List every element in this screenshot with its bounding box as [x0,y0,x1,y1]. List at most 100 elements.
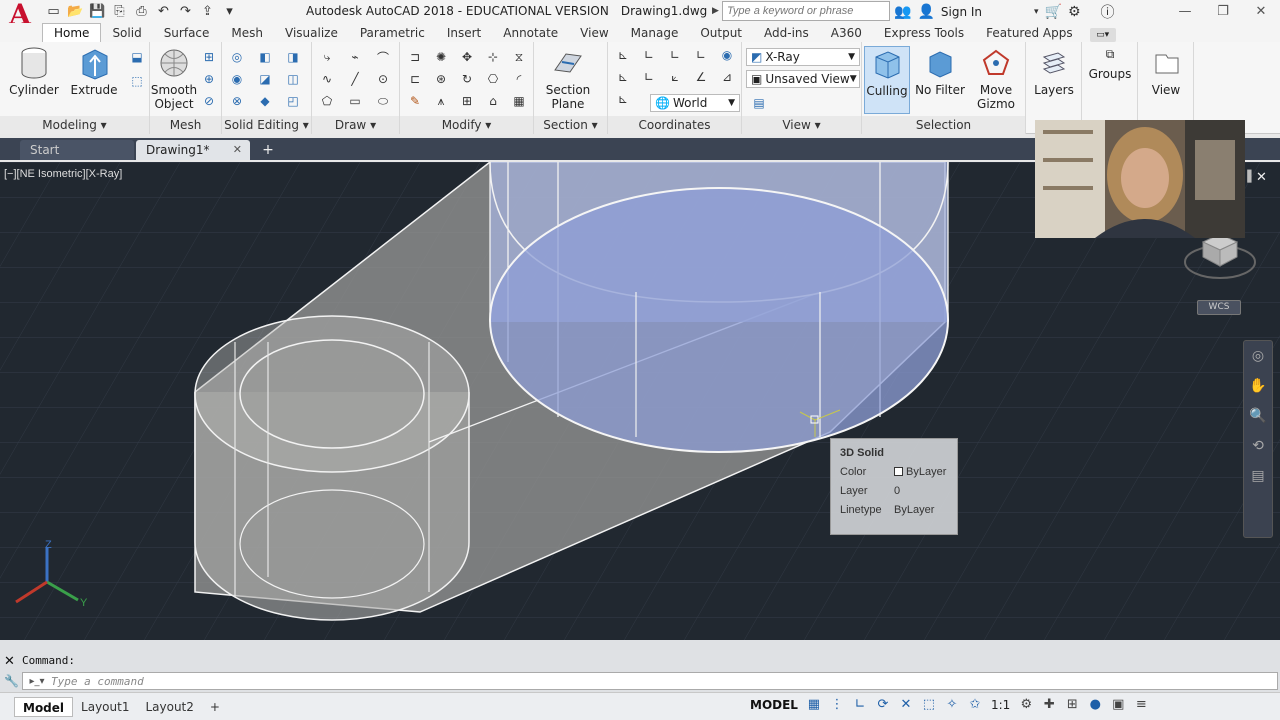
restore-icon[interactable]: ❐ [1204,0,1242,22]
section-panel-title[interactable]: Section ▾ [534,116,607,134]
showmotion-icon[interactable]: ▤ [1244,461,1272,491]
layers-button[interactable]: Layers [1024,46,1084,97]
command-input[interactable]: Type a command [51,675,144,688]
ucs-object-icon[interactable]: ∟ [640,68,658,86]
smooth-object-button[interactable]: Smooth Object [146,46,202,111]
tab-featured-apps[interactable]: Featured Apps [975,24,1083,42]
intersect-icon[interactable]: ⊗ [228,92,246,110]
units-icon[interactable]: ⊞ [1065,697,1079,712]
add-layout-icon[interactable]: + [202,697,228,717]
tab-annotate[interactable]: Annotate [492,24,569,42]
steering-wheel-icon[interactable]: ◎ [1244,341,1272,371]
viewport-close-icon[interactable]: ✕ [1256,170,1267,185]
tab-insert[interactable]: Insert [436,24,492,42]
minimize-icon[interactable]: — [1166,0,1204,22]
zoom-icon[interactable]: 🔍 [1244,401,1272,431]
extract-edges-icon[interactable]: ◫ [284,70,302,88]
polysolid-icon[interactable]: ⬚ [128,72,146,90]
search-input[interactable]: Type a keyword or phrase [722,1,890,21]
orbit-icon[interactable]: ⟲ [1244,431,1272,461]
sign-in-button[interactable]: Sign In [941,5,982,19]
modify-panel-title[interactable]: Modify ▾ [400,116,533,134]
mesh-panel-title[interactable]: Mesh [150,116,221,134]
annotation-monitor-icon[interactable]: ✚ [1042,697,1056,712]
3d-move-icon[interactable]: ⊹ [484,48,502,66]
tab-view[interactable]: View [569,24,619,42]
move-icon[interactable]: ✥ [458,48,476,66]
tab-layout2[interactable]: Layout2 [137,697,201,717]
visual-style-dropdown[interactable]: ◩ X-Ray ▼ [746,48,860,66]
tab-layout1[interactable]: Layout1 [73,697,137,717]
ucs-named-icon[interactable]: ◉ [718,46,736,64]
osnap-icon[interactable]: ✕ [899,697,913,712]
fillet-icon[interactable]: ◜ [510,70,528,88]
grid-icon[interactable]: ▦ [807,697,821,712]
viewport-controls-label[interactable]: [−][NE Isometric][X-Ray] [4,168,122,180]
subtract-icon[interactable]: ◉ [228,70,246,88]
match-properties-icon[interactable]: ✎ [406,92,424,110]
search-expand-icon[interactable]: ▶ [712,6,722,16]
tab-mesh[interactable]: Mesh [220,24,274,42]
extend-icon[interactable]: ⊐ [406,48,424,66]
ucs-origin-icon[interactable]: ⊿ [718,68,736,86]
modeling-panel-title[interactable]: Modeling ▾ [0,116,149,134]
ucs-world-icon[interactable]: ⊾ [614,68,632,86]
workspace-gear-icon[interactable]: ⚙ [1019,697,1033,712]
ucs-z-icon[interactable]: ∟ [692,46,710,64]
open-icon[interactable]: 📂 [66,2,85,20]
fillet-edge-icon[interactable]: ◨ [284,48,302,66]
ribbon-toggle-icon[interactable]: ▭▾ [1089,28,1116,42]
3d-align-icon[interactable]: ⎔ [484,70,502,88]
tab-parametric[interactable]: Parametric [349,24,436,42]
union-icon[interactable]: ◎ [228,48,246,66]
clean-screen-icon[interactable]: ▣ [1111,697,1125,712]
interfere-icon[interactable]: ◪ [256,70,274,88]
tab-surface[interactable]: Surface [153,24,221,42]
3d-mirror-icon[interactable]: ⧖ [510,48,528,66]
3d-rotate-icon[interactable]: ⊛ [432,70,450,88]
ucs-icon[interactable]: ⊾ [614,46,632,64]
ucs-view-icon[interactable]: ⊾ [614,90,632,108]
offset-icon[interactable]: ⊏ [406,70,424,88]
plot-icon[interactable]: ⎙ [132,2,151,20]
cart-icon[interactable]: 🛒 [1045,4,1062,20]
tab-close-icon[interactable]: ✕ [233,140,242,160]
array-icon[interactable]: ⊞ [458,92,476,110]
extrude-button[interactable]: Extrude [64,46,124,97]
ucs-3point-icon[interactable]: ∠ [692,68,710,86]
annotation-scale-icon[interactable]: ✩ [968,697,982,712]
a360-icon[interactable]: ⚙ [1068,4,1081,20]
arc-icon[interactable]: ⌒ [374,48,392,66]
section-plane-button[interactable]: Section Plane [538,46,598,111]
large-boss-top-face[interactable] [489,187,949,453]
viewport-config-icon[interactable]: ▤ [750,94,768,112]
draw-panel-title[interactable]: Draw ▾ [312,116,399,134]
ucs-y-icon[interactable]: ∟ [666,46,684,64]
user-icon[interactable]: 👤 [917,4,934,20]
thicken-icon[interactable]: ◆ [256,92,274,110]
view-panel-title[interactable]: View ▾ [742,116,861,134]
groups-button[interactable]: ⧉ Groups [1080,44,1140,81]
no-filter-button[interactable]: No Filter [910,46,970,97]
polar-icon[interactable]: ⟳ [876,697,890,712]
line-3d-icon[interactable]: ⌁ [346,48,364,66]
ucs-dropdown[interactable]: 🌐 World ▼ [650,94,740,112]
command-prompt-icon[interactable]: ▸_▾ [23,676,51,687]
tab-drawing1[interactable]: Drawing1* ✕ [136,140,250,160]
solid-editing-panel-title[interactable]: Solid Editing ▾ [222,116,311,134]
hardware-acceleration-icon[interactable]: ● [1088,697,1102,712]
sign-in-dropdown-icon[interactable]: ▾ [1034,7,1039,17]
ellipse-icon[interactable]: ⬭ [374,92,392,110]
undo-icon[interactable]: ↶ [154,2,173,20]
tab-a360[interactable]: A360 [820,24,873,42]
presspull-icon[interactable]: ⬓ [128,48,146,66]
mesh-refine-icon[interactable]: ⊕ [200,70,218,88]
tab-manage[interactable]: Manage [620,24,690,42]
command-close-icon[interactable]: ✕ [4,654,15,669]
polygon-icon[interactable]: ⬠ [318,92,336,110]
mesh-crease-icon[interactable]: ⊘ [200,92,218,110]
command-customize-icon[interactable]: 🔧 [4,674,19,688]
model-space-toggle[interactable]: MODEL [750,698,798,712]
separate-icon[interactable]: ◰ [284,92,302,110]
saved-view-dropdown[interactable]: ▣ Unsaved View ▼ [746,70,860,88]
